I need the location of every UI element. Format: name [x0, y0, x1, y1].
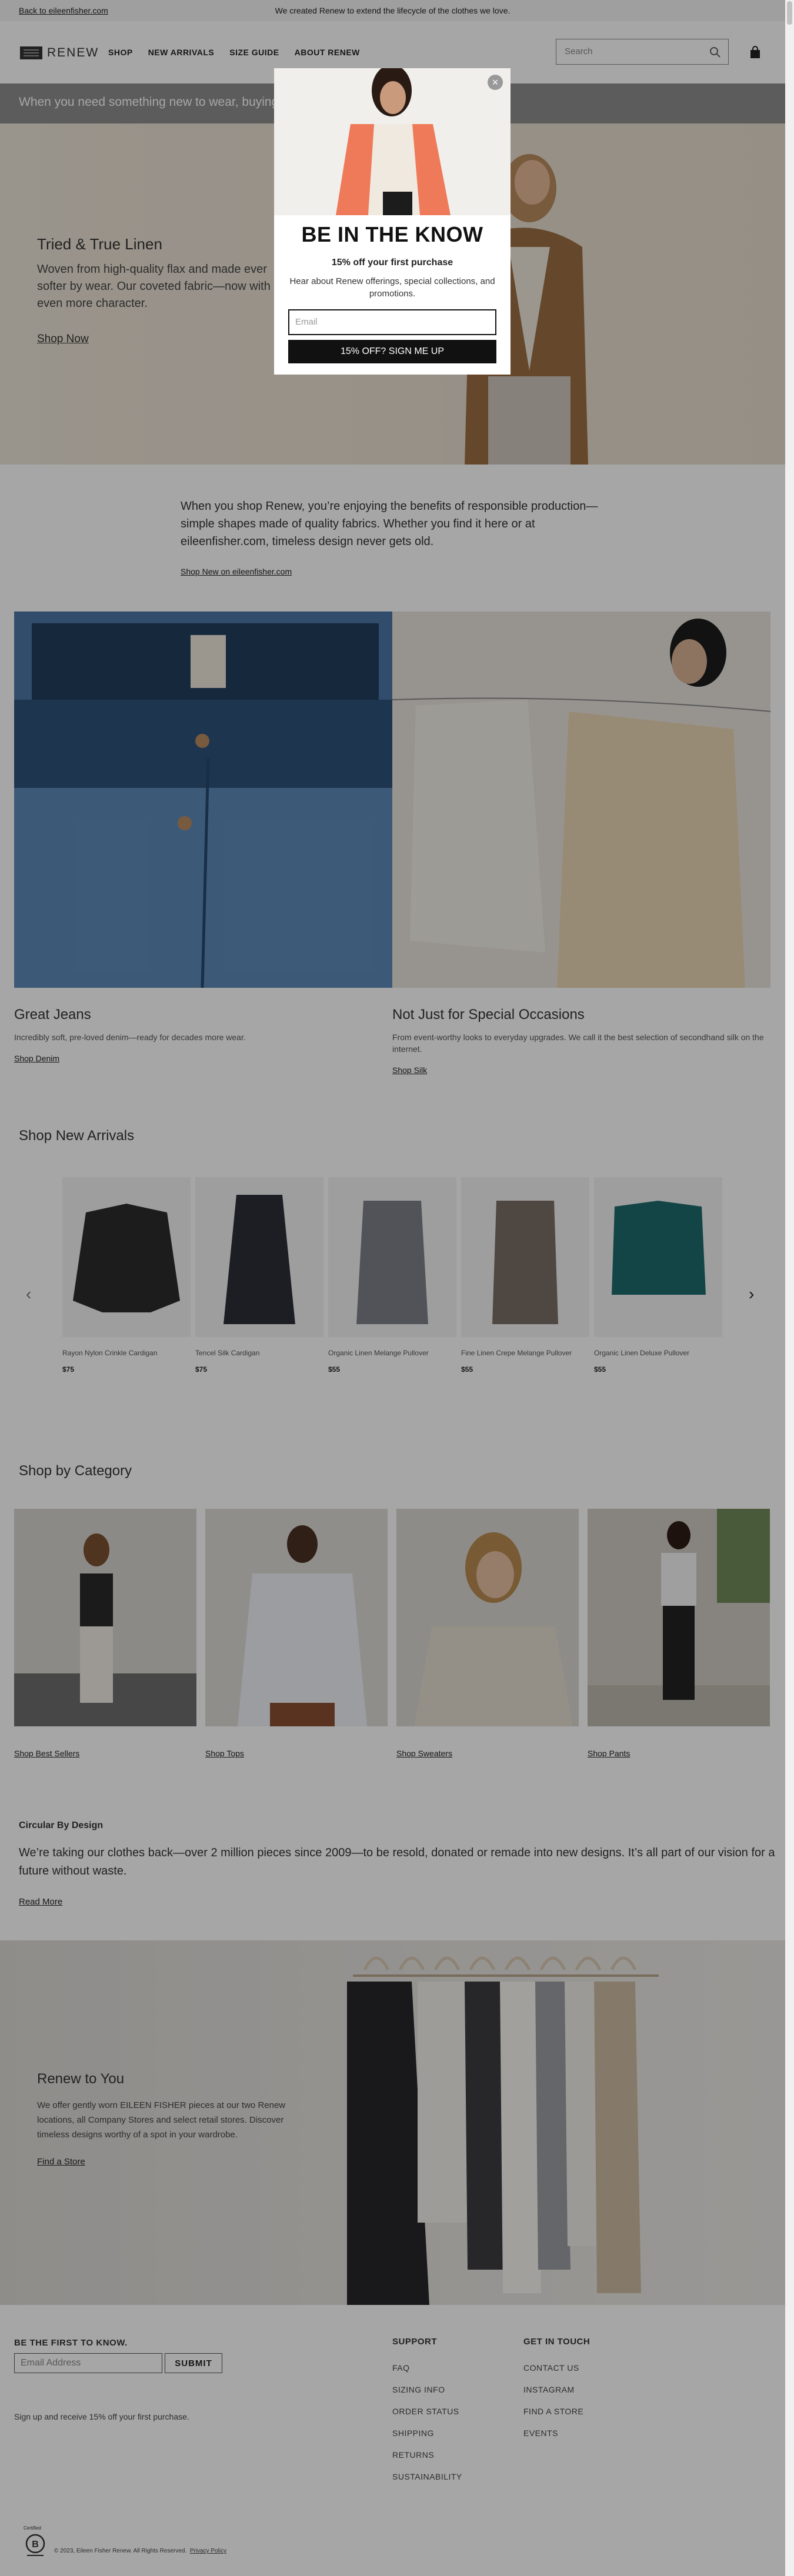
close-popup-icon[interactable]: ×	[488, 75, 503, 90]
scrollbar-thumb[interactable]	[787, 1, 792, 25]
popup-email-input[interactable]: Email	[288, 309, 496, 335]
newsletter-popup: × BE IN THE KNOW 15% off your first purc…	[274, 68, 511, 375]
popup-signup-button[interactable]: 15% OFF? SIGN ME UP	[288, 340, 496, 363]
popup-image	[274, 68, 511, 215]
page-scrollbar[interactable]	[785, 0, 794, 2576]
popup-subtitle: 15% off your first purchase	[331, 258, 453, 268]
popup-title: BE IN THE KNOW	[301, 222, 483, 246]
modal-backdrop[interactable]	[0, 0, 785, 2576]
popup-description: Hear about Renew offerings, special coll…	[289, 276, 495, 299]
